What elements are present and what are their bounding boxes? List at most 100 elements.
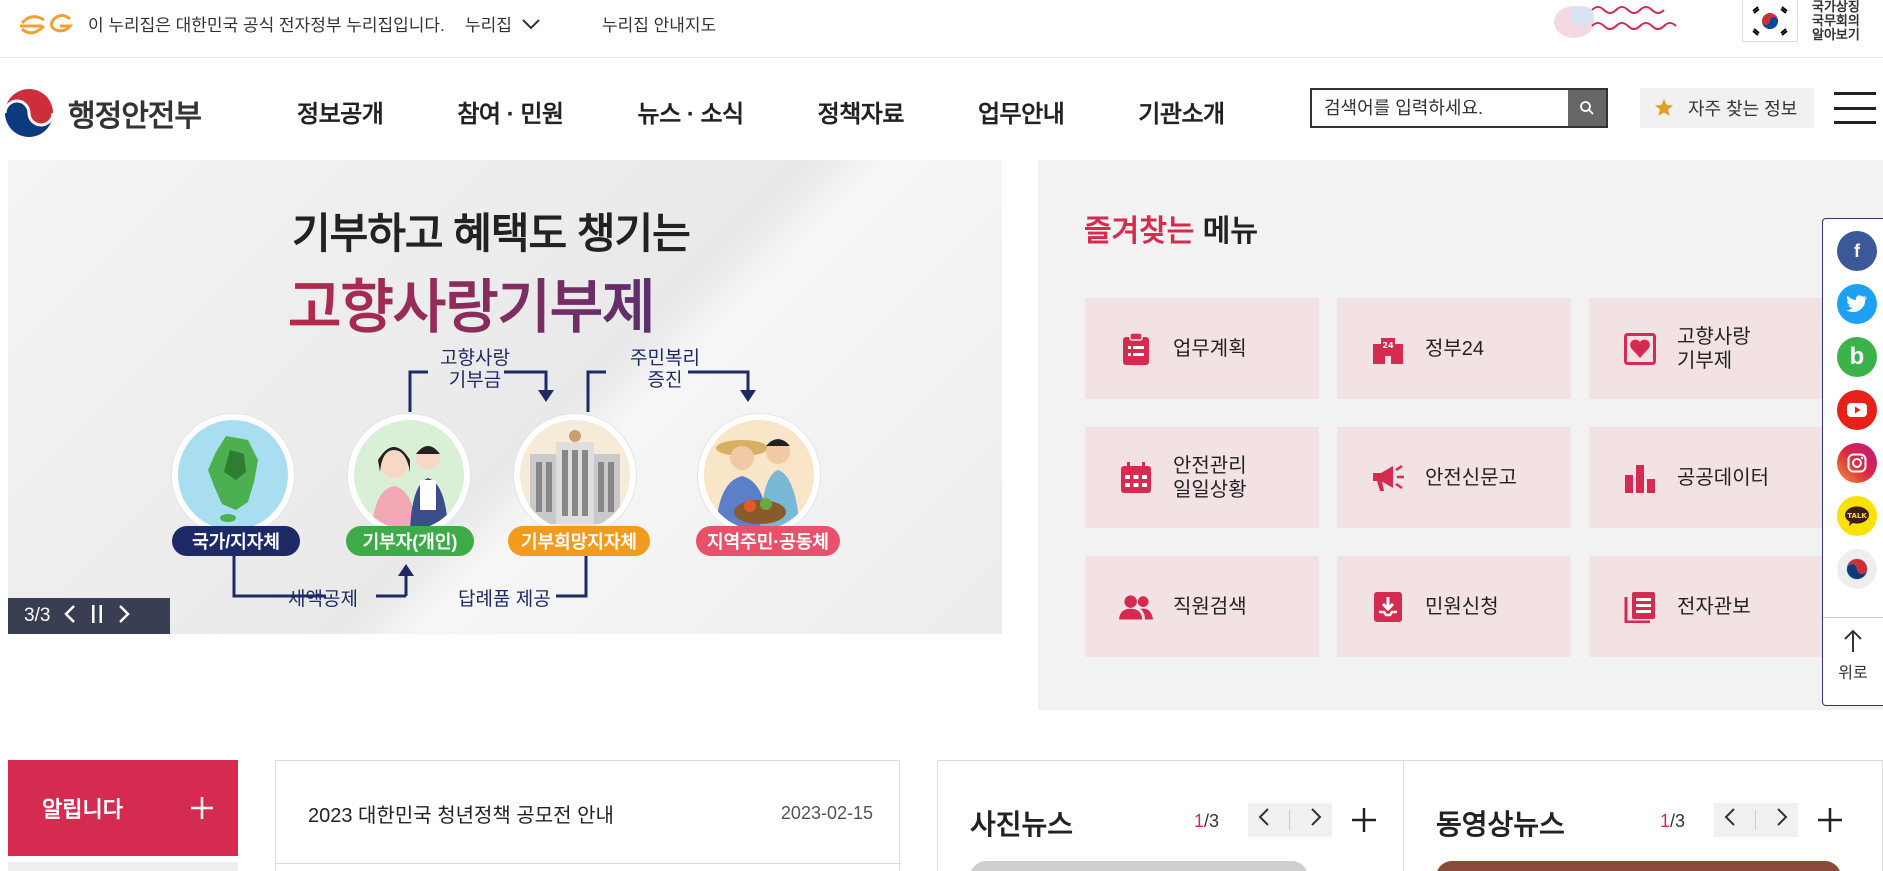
photo-news-more-button[interactable] [1351, 807, 1377, 833]
nurijib-dropdown[interactable]: 누리집 [465, 11, 540, 36]
favorite-label: 고향사랑 기부제 [1677, 325, 1751, 372]
nurijib-label: 누리집 [465, 16, 512, 35]
banner-flow-arrows [232, 370, 756, 598]
national-flag-link[interactable] [1742, 0, 1798, 42]
photo-news-prev-button[interactable] [1258, 807, 1270, 833]
chevron-right-icon [119, 604, 131, 623]
favorite-civil-petition[interactable]: 민원신청 [1337, 556, 1571, 657]
search-button[interactable] [1568, 90, 1606, 126]
nurijib-map-link[interactable]: 누리집 안내지도 [602, 11, 716, 36]
sns-quick-bar: f b TALK 위로 [1822, 218, 1883, 706]
gnb-about[interactable]: 기관소개 [1138, 94, 1225, 129]
banner-next-button[interactable] [118, 604, 131, 629]
chevron-left-icon [1258, 808, 1269, 826]
search-bar [1310, 88, 1608, 128]
video-news-more-button[interactable] [1817, 807, 1843, 833]
scroll-top-button[interactable]: 위로 [1823, 617, 1883, 706]
hamburger-menu-button[interactable] [1834, 92, 1876, 124]
divider [276, 863, 901, 864]
chevron-left-icon [1724, 808, 1735, 826]
favorite-e-gazette[interactable]: 전자관보 [1589, 556, 1823, 657]
video-news-prev-button[interactable] [1724, 807, 1736, 833]
photo-news-thumbnail[interactable] [970, 861, 1308, 871]
pill-target-local-gov: 기부희망지자체 [508, 526, 650, 556]
photo-news-next-button[interactable] [1310, 807, 1322, 833]
gov-notice-text: 이 누리집은 대한민국 공식 전자정부 누리집입니다. [88, 16, 445, 35]
favorite-title-rest: 메뉴 [1194, 215, 1258, 248]
youtube-icon[interactable] [1837, 390, 1877, 430]
pill-local-community: 지역주민·공동체 [696, 526, 840, 556]
chevron-down-icon [522, 18, 540, 29]
svg-text:24: 24 [1382, 341, 1394, 350]
svg-text:TALK: TALK [1847, 512, 1867, 520]
favorite-staff-search[interactable]: 직원검색 [1085, 556, 1319, 657]
favorite-public-data[interactable]: 공공데이터 [1589, 427, 1823, 528]
favorite-label: 안전신문고 [1425, 466, 1517, 489]
facebook-icon[interactable]: f [1837, 231, 1877, 271]
banner-counter: 3/3 [24, 605, 51, 626]
banner-pause-button[interactable] [90, 604, 104, 629]
pill-donor: 기부자(개인) [346, 526, 474, 556]
star-icon [1655, 99, 1673, 116]
hamburger-line [1834, 121, 1876, 124]
banner-prev-button[interactable] [64, 604, 76, 629]
gnb-news[interactable]: 뉴스 · 소식 [637, 94, 744, 129]
favorite-work-plan[interactable]: 업무계획 [1085, 298, 1319, 399]
video-news-title[interactable]: 동영상뉴스 [1436, 803, 1565, 843]
plus-icon [191, 797, 213, 819]
favorite-hometown-donation[interactable]: 고향사랑 기부제 [1589, 298, 1823, 399]
gnb-work-guide[interactable]: 업무안내 [978, 94, 1065, 129]
notice-date: 2023-02-15 [780, 803, 873, 823]
favorite-label: 안전관리 일일상황 [1173, 454, 1247, 501]
megaphone-icon [1371, 461, 1405, 495]
hamburger-line [1834, 106, 1876, 110]
video-news-thumbnail[interactable] [1436, 861, 1841, 871]
notice-tab[interactable]: 알립니다 [8, 760, 238, 856]
search-input[interactable] [1312, 90, 1568, 126]
frequent-info-button[interactable]: 자주 찾는 정보 [1640, 88, 1814, 128]
frequent-info-label: 자주 찾는 정보 [1688, 99, 1798, 119]
divider [1289, 810, 1291, 830]
favorite-label: 업무계획 [1173, 337, 1247, 360]
favorite-safety-report[interactable]: 안전신문고 [1337, 427, 1571, 528]
campaign-slogan-image[interactable] [1552, 0, 1712, 42]
divider [1755, 810, 1757, 830]
national-symbol-link[interactable]: 국가상징 국무회의 알아보기 [1812, 0, 1882, 42]
label-tax-credit: 세액공제 [288, 589, 358, 610]
page-current: 1 [1194, 811, 1205, 831]
clipboard-icon [1119, 331, 1153, 366]
taegeukgi-icon [1752, 5, 1788, 36]
gnb-info-disclosure[interactable]: 정보공개 [297, 94, 384, 129]
twitter-icon[interactable] [1837, 284, 1877, 324]
mois-channel-icon[interactable] [1837, 549, 1877, 589]
favorite-gov24[interactable]: 24 정부24 [1337, 298, 1571, 399]
favorite-label: 정부24 [1425, 337, 1485, 360]
favorite-menu-panel: 즐겨찾는 메뉴 업무계획 24 정부24 고향사랑 기부제 안전관리 일일상황 … [1038, 160, 1883, 710]
main-banner-slide[interactable]: 기부하고 혜택도 챙기는 고향사랑기부제 고향사랑 기부금 주민복리 증진 국가… [8, 160, 1002, 634]
favorite-safety-daily[interactable]: 안전관리 일일상황 [1085, 427, 1319, 528]
local-residents-illustration [698, 414, 820, 536]
gnb-policy[interactable]: 정책자료 [818, 94, 905, 129]
site-logo[interactable]: 행정안전부 [2, 86, 202, 140]
favorite-label: 공공데이터 [1677, 466, 1769, 489]
instagram-icon[interactable] [1837, 443, 1877, 483]
blog-icon[interactable]: b [1837, 337, 1877, 377]
video-news-nav [1714, 803, 1798, 837]
notice-list-item[interactable]: 2023 대한민국 청년정책 공모전 안내 2023-02-15 [308, 799, 873, 828]
symbol-line-3: 알아보기 [1812, 27, 1860, 42]
photo-news-title[interactable]: 사진뉴스 [970, 803, 1073, 843]
chevron-left-icon [64, 604, 76, 623]
symbol-line-1: 국가상징 [1812, 0, 1860, 14]
local-government-building-illustration [514, 414, 636, 536]
donor-illustration [348, 414, 470, 536]
kakaotalk-icon[interactable]: TALK [1837, 496, 1877, 536]
chevron-right-icon [1311, 808, 1322, 826]
gnb-participation[interactable]: 참여 · 민원 [457, 94, 564, 129]
bar-chart-icon [1623, 461, 1657, 495]
building-24-icon: 24 [1371, 332, 1405, 366]
search-icon [1580, 101, 1594, 115]
favorite-menu-grid: 업무계획 24 정부24 고향사랑 기부제 안전관리 일일상황 안전신문고 공공… [1085, 298, 1823, 657]
page-total: /3 [1670, 811, 1686, 831]
video-news-next-button[interactable] [1776, 807, 1788, 833]
photo-news-pager: 1/3 [1194, 811, 1219, 832]
